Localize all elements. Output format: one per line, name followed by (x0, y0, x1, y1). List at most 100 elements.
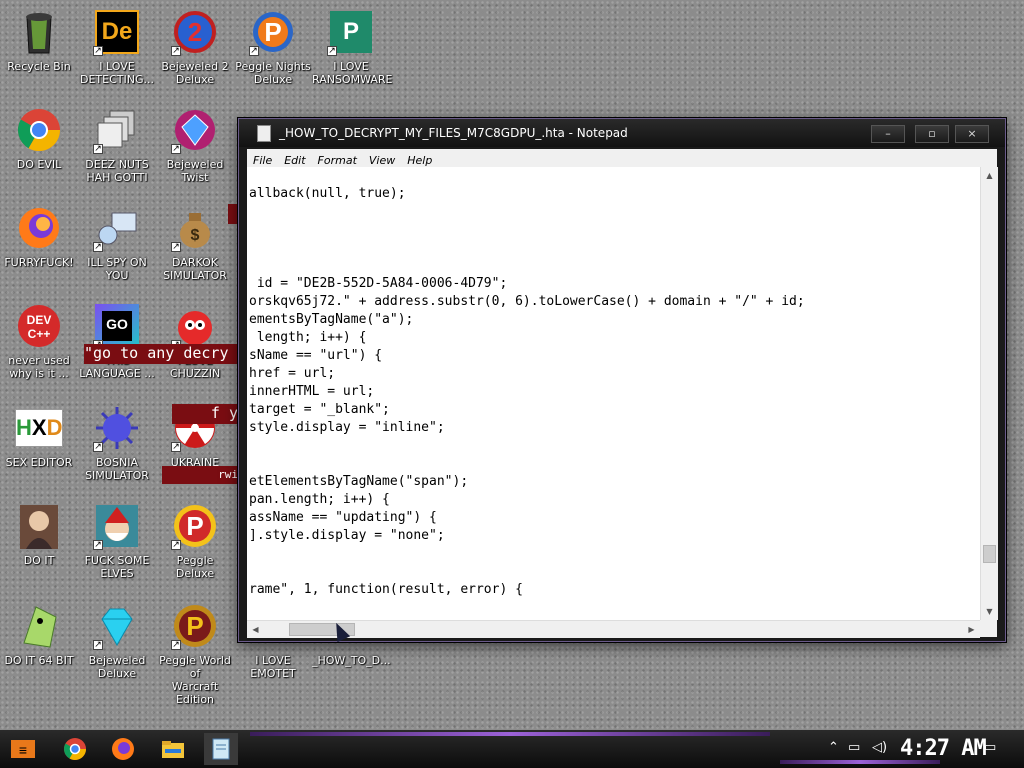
desktop-icon-chuzzle[interactable]: ↗ I LOVE CHUZZIN (156, 302, 234, 380)
file-explorer-icon[interactable] (156, 733, 190, 765)
desktop-icon-goland[interactable]: GO ↗ THIS LANGUAGE ... (78, 302, 156, 380)
desktop-icon-peggle[interactable]: P ↗ Peggle Deluxe (156, 502, 234, 580)
scroll-left-arrow-icon[interactable]: ◀ (248, 622, 263, 637)
scroll-right-arrow-icon[interactable]: ▶ (964, 622, 979, 637)
bejeweled2-icon: 2 ↗ (171, 8, 219, 56)
code-line: href = url; (249, 366, 336, 381)
ransom-overlay-strip: f y (172, 404, 238, 424)
desktop-icon-devcpp[interactable]: DEV C++ never used why is it ... (0, 302, 78, 380)
chrome-icon (15, 106, 63, 154)
ransom-overlay-strip: rwi (162, 466, 238, 484)
desktop-icon-do-it[interactable]: DO IT (0, 502, 78, 567)
desktop-icon-do-it-64[interactable]: DO IT 64 BIT (0, 602, 78, 667)
svg-text:P: P (264, 17, 281, 47)
desktop-icon-label: Bejeweled Deluxe (88, 654, 146, 680)
desktop-icon-label: Peggle World of Warcraft Edition (159, 654, 231, 706)
desktop-icon-peggle-wow[interactable]: P ↗ Peggle World of Warcraft Edition (156, 602, 234, 706)
desktop-icon-firefox[interactable]: FURRYFUCK! (0, 204, 78, 269)
desktop-icon-label: I LOVE DETECTING... (80, 60, 154, 86)
desktop-icon-label: Peggle Nights Deluxe (235, 60, 311, 86)
code-line: rame", 1, function(result, error) { (249, 582, 523, 597)
desktop-icon-label: DO EVIL (16, 158, 62, 171)
desktop-icon-label: Recycle Bin (7, 60, 71, 73)
desktop-icon-label: BOSNIA SIMULATOR (85, 456, 149, 482)
scroll-down-arrow-icon[interactable]: ▼ (982, 604, 997, 619)
ransom-overlay-fragment (228, 204, 238, 224)
network-icon[interactable]: ▭ (848, 740, 860, 755)
vertical-scrollbar[interactable]: ▲ ▼ (980, 167, 998, 620)
code-line: innerHTML = url; (249, 384, 375, 399)
start-icon[interactable]: ≡ (6, 733, 40, 765)
svg-text:C++: C++ (28, 327, 51, 341)
desktop-icon-detecting[interactable]: De ↗ I LOVE DETECTING... (78, 8, 156, 86)
firefox-icon (15, 204, 63, 252)
notepad-window[interactable]: _HOW_TO_DECRYPT_MY_FILES_M7C8GDPU_.hta -… (238, 118, 1006, 642)
desktop-icon-hxd[interactable]: HXD SEX EDITOR (0, 404, 78, 469)
taskbar-accent-line (250, 732, 770, 736)
resize-grip[interactable] (980, 620, 997, 637)
devcpp-icon: DEV C++ (15, 302, 63, 350)
clock[interactable]: 4:27 AM (900, 736, 987, 761)
desktop-icon-spy[interactable]: ↗ ILL SPY ON YOU (78, 204, 156, 282)
vertical-scroll-thumb[interactable] (983, 545, 996, 563)
notepad-icon[interactable] (204, 733, 238, 765)
desktop-icon-bosnia[interactable]: ↗ BOSNIA SIMULATOR (78, 404, 156, 482)
notification-icon[interactable]: ▭ (984, 740, 996, 755)
desktop-icon-label: FUCK SOME ELVES (84, 554, 150, 580)
desktop-icon-label: I LOVE EMOTET (250, 654, 296, 680)
desktop-icon-darkok[interactable]: $ ↗ DARKOK SIMULATOR (156, 204, 234, 282)
peggle-nights-icon: P ↗ (249, 8, 297, 56)
svg-text:P: P (186, 611, 203, 641)
desktop-icon-label: Bejeweled Twist (166, 158, 224, 184)
title-bar[interactable]: _HOW_TO_DECRYPT_MY_FILES_M7C8GDPU_.hta -… (239, 119, 1005, 147)
maximize-button[interactable]: ▫ (915, 125, 949, 143)
desktop-icon-ransomware[interactable]: P ↗ I LOVE RANSOMWARE (312, 8, 393, 86)
desktop-icon-bejeweled2[interactable]: 2 ↗ Bejeweled 2 Deluxe (156, 8, 234, 86)
desktop-icon-peggle-nights[interactable]: P ↗ Peggle Nights Deluxe (234, 8, 312, 86)
code-line: ementsByTagName("a"); (249, 312, 414, 327)
money-bag-icon: $ ↗ (171, 204, 219, 252)
ransom-overlay-strip: "go to any decry (84, 344, 238, 364)
desktop-icon-recycle-bin[interactable]: Recycle Bin (0, 8, 78, 73)
text-editor-area[interactable]: allback(null, true); id = "DE2B-552D-5A8… (247, 167, 980, 620)
desktop-icon-label: Peggle Deluxe (175, 554, 215, 580)
desktop-icon-bejeweled-twist[interactable]: ↗ Bejeweled Twist (156, 106, 234, 184)
desktop-icon-label: never used why is it ... (8, 354, 70, 380)
svg-text:DEV: DEV (27, 313, 52, 327)
bejeweled-twist-icon: ↗ (171, 106, 219, 154)
desktop-icon-bejeweled-deluxe[interactable]: ↗ Bejeweled Deluxe (78, 602, 156, 680)
menu-bar: File Edit Format View Help (247, 149, 997, 168)
desktop-icon-label: ILL SPY ON YOU (87, 256, 147, 282)
code-line: style.display = "inline"; (249, 420, 445, 435)
code-line: length; i++) { (249, 330, 367, 345)
desktop-icon-chrome[interactable]: DO EVIL (0, 106, 78, 171)
close-button[interactable]: × (955, 125, 989, 143)
desktop-icon-label: DEEZ NUTS HAH GOTTI (85, 158, 149, 184)
minimize-button[interactable]: – (871, 125, 905, 143)
goland-icon: GO ↗ (93, 302, 141, 350)
volume-icon[interactable]: ◁) (872, 740, 887, 755)
publisher-icon: P ↗ (327, 8, 375, 56)
horizontal-scrollbar[interactable]: ◀ ▶ (247, 620, 980, 638)
desktop-icon-label: I LOVE RANSOMWARE (312, 60, 393, 86)
desktop-icon-label: DO IT (23, 554, 55, 567)
code-line: orskqv65j72." + address.substr(0, 6).toL… (249, 294, 805, 309)
chevron-up-icon[interactable]: ⌃ (828, 740, 839, 755)
scroll-up-arrow-icon[interactable]: ▲ (982, 168, 997, 183)
recycle-bin-icon (15, 8, 63, 56)
desktop-icon-label: SEX EDITOR (5, 456, 73, 469)
svg-text:$: $ (191, 227, 200, 244)
chrome-icon[interactable] (58, 733, 92, 765)
desktop-icon-deez[interactable]: ↗ DEEZ NUTS HAH GOTTI (78, 106, 156, 184)
peggle-wow-icon: P ↗ (171, 602, 219, 650)
de-app-icon: De ↗ (93, 8, 141, 56)
desktop-icon-label: FURRYFUCK! (4, 256, 74, 269)
peggle-icon: P ↗ (171, 502, 219, 550)
firefox-icon[interactable] (106, 733, 140, 765)
chuzzle-icon: ↗ (171, 302, 219, 350)
desktop-icon-elves[interactable]: ↗ FUCK SOME ELVES (78, 502, 156, 580)
svg-text:P: P (186, 511, 203, 541)
taskbar: ≡ ⌃ ▭ ◁) 4:27 AM ▭ (0, 730, 1024, 768)
